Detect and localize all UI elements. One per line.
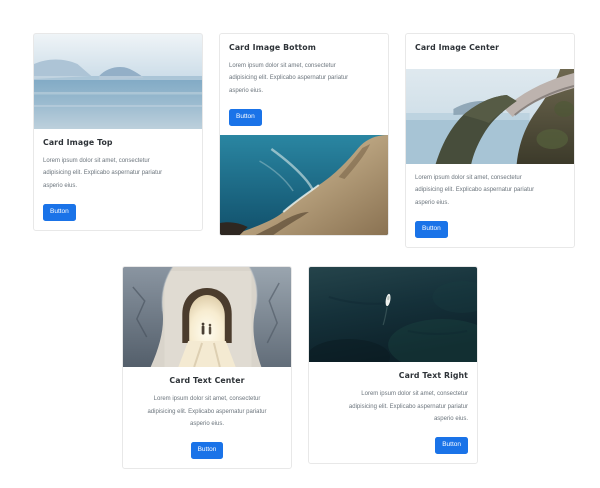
card-button[interactable]: Button [415,221,448,239]
card-title: Card Image Top [43,139,193,148]
card-text-center: Card Text Center Lorem ipsum dolor sit a… [122,266,292,469]
card-text: Lorem ipsum dolor sit amet, consectetur … [229,60,360,97]
card-image-bottom: Card Image Bottom Lorem ipsum dolor sit … [219,33,389,236]
card-title: Card Image Bottom [229,44,379,53]
card-text: Lorem ipsum dolor sit amet, consectetur … [43,155,174,192]
card-text: Lorem ipsum dolor sit amet, consectetur … [415,172,546,209]
card-title: Card Text Center [132,377,282,386]
card-body: Card Image Bottom Lorem ipsum dolor sit … [220,34,388,135]
card-row-top: Card Image Top Lorem ipsum dolor sit ame… [0,0,600,248]
card-row-bottom: Card Text Center Lorem ipsum dolor sit a… [0,266,600,469]
card-button[interactable]: Button [229,109,262,127]
card-title: Card Image Center [415,44,565,53]
card-photo-tunnel-arch [123,267,291,367]
card-image-top: Card Image Top Lorem ipsum dolor sit ame… [33,33,203,231]
card-photo-cliff-road [406,69,574,164]
card-photo-boat-aerial [309,267,477,362]
card-body: Card Text Right Lorem ipsum dolor sit am… [309,362,477,463]
card-button[interactable]: Button [43,204,76,222]
card-header: Card Image Center [406,34,574,69]
cards-page: Card Image Top Lorem ipsum dolor sit ame… [0,0,600,488]
card-text: Lorem ipsum dolor sit amet, consectetur … [142,393,273,430]
card-photo-rocky-coast [220,135,388,235]
card-text-right: Card Text Right Lorem ipsum dolor sit am… [308,266,478,464]
card-body: Lorem ipsum dolor sit amet, consectetur … [406,164,574,247]
card-photo-sea-island [34,34,202,129]
card-button[interactable]: Button [435,437,468,455]
card-body: Card Text Center Lorem ipsum dolor sit a… [123,367,291,468]
card-body: Card Image Top Lorem ipsum dolor sit ame… [34,129,202,230]
card-button[interactable]: Button [191,442,224,460]
card-title: Card Text Right [318,372,468,381]
card-image-center: Card Image Center [405,33,575,248]
card-text: Lorem ipsum dolor sit amet, consectetur … [337,388,468,425]
